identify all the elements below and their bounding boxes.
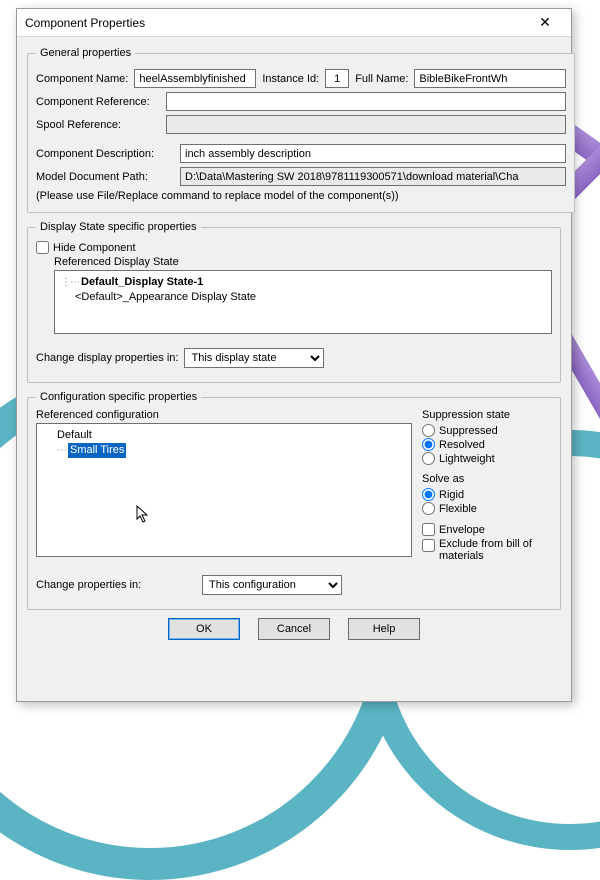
full-name-field[interactable] [414,69,566,88]
hide-component-label: Hide Component [53,242,136,254]
solve-as-group: Solve as Rigid Flexible [422,473,552,515]
configuration-item[interactable]: Default [57,428,405,443]
component-description-label: Component Description: [36,148,174,160]
configuration-list[interactable]: Default ⋯ Small Tires [36,423,412,557]
component-properties-dialog: Component Properties ✕ General propertie… [16,8,572,702]
general-properties-legend: General properties [36,47,135,59]
model-path-field [180,167,566,186]
display-state-item[interactable]: ⋮⋯ Default_Display State-1 [61,275,545,290]
display-state-item[interactable]: <Default>_Appearance Display State [75,290,545,305]
tree-connector-icon: ⋯ [57,443,66,458]
configuration-legend: Configuration specific properties [36,391,201,403]
suppression-state-title: Suppression state [422,409,552,421]
cancel-button[interactable]: Cancel [258,618,330,640]
resolved-radio[interactable]: Resolved [422,438,552,451]
configuration-item-label: Small Tires [68,443,126,458]
configuration-group: Configuration specific properties Refere… [27,391,561,610]
replace-model-note: (Please use File/Replace command to repl… [36,190,566,202]
close-button[interactable]: ✕ [527,12,563,34]
instance-id-field[interactable] [325,69,349,88]
display-state-legend: Display State specific properties [36,221,201,233]
titlebar: Component Properties ✕ [17,9,571,37]
component-name-field[interactable] [134,69,256,88]
lightweight-radio[interactable]: Lightweight [422,452,552,465]
exclude-bom-label: Exclude from bill of materials [439,538,552,562]
full-name-label: Full Name: [355,73,408,85]
spool-reference-label: Spool Reference: [36,119,160,131]
referenced-configuration-label: Referenced configuration [36,409,412,421]
suppression-state-group: Suppression state Suppressed Resolved Li… [422,409,552,465]
ok-button[interactable]: OK [168,618,240,640]
spool-reference-field [166,115,566,134]
display-state-group: Display State specific properties Hide C… [27,221,561,383]
model-path-label: Model Document Path: [36,171,174,183]
component-reference-label: Component Reference: [36,96,160,108]
suppressed-radio[interactable]: Suppressed [422,424,552,437]
hide-component-checkbox[interactable] [36,241,49,254]
instance-id-label: Instance Id: [262,73,319,85]
envelope-checkbox[interactable] [422,523,435,536]
change-display-in-label: Change display properties in: [36,352,178,364]
display-state-item-label: <Default>_Appearance Display State [75,290,256,305]
change-properties-in-label: Change properties in: [36,579,196,591]
display-state-item-label: Default_Display State-1 [81,275,203,290]
component-reference-field[interactable] [166,92,566,111]
help-button[interactable]: Help [348,618,420,640]
flexible-radio[interactable]: Flexible [422,502,552,515]
component-description-field[interactable] [180,144,566,163]
tree-connector-icon: ⋮⋯ [61,275,79,290]
change-properties-in-select[interactable]: This configuration [202,575,342,595]
component-name-label: Component Name: [36,73,128,85]
configuration-item-selected[interactable]: ⋯ Small Tires [57,443,405,458]
display-state-list[interactable]: ⋮⋯ Default_Display State-1 <Default>_App… [54,270,552,334]
exclude-bom-checkbox[interactable] [422,539,435,552]
rigid-radio[interactable]: Rigid [422,488,552,501]
envelope-checkbox-row: Envelope [422,523,552,536]
configuration-item-label: Default [57,428,92,443]
button-bar: OK Cancel Help [27,618,561,640]
referenced-display-state-label: Referenced Display State [54,256,552,268]
solve-as-title: Solve as [422,473,552,485]
dialog-title: Component Properties [25,16,527,30]
exclude-bom-checkbox-row: Exclude from bill of materials [422,538,552,562]
envelope-label: Envelope [439,524,485,536]
general-properties-group: General properties Component Name: Insta… [27,47,575,213]
change-display-in-select[interactable]: This display state [184,348,324,368]
